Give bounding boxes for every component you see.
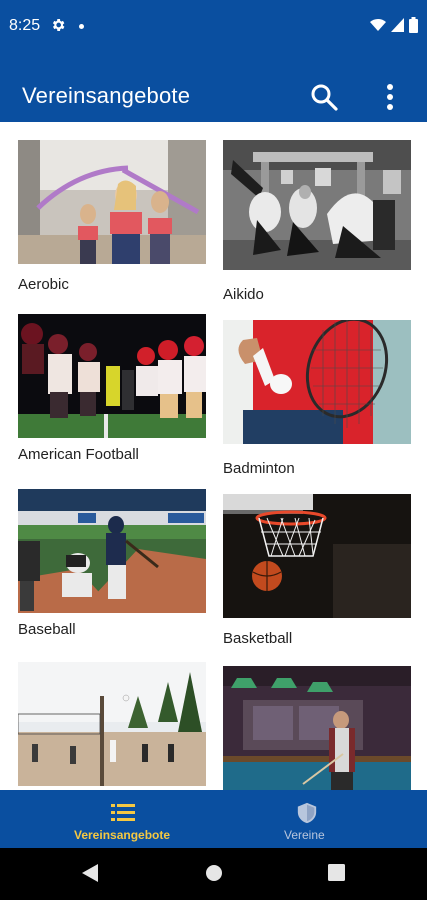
offer-label: Aikido — [223, 286, 264, 303]
wifi-icon — [370, 18, 386, 31]
offer-label: Baseball — [18, 621, 76, 638]
offer-tile-aerobic[interactable]: Aerobic — [18, 140, 206, 293]
cell-signal-icon — [391, 18, 404, 32]
status-time: 8:25 — [9, 17, 41, 34]
battery-icon — [409, 17, 418, 33]
offer-tile-beach-volleyball[interactable] — [18, 662, 206, 786]
nav-label: Vereine — [284, 828, 325, 842]
offer-tile-billiards[interactable] — [223, 666, 411, 790]
bottom-navigation: Vereinsangebote Vereine — [0, 790, 427, 848]
billiards-photo — [223, 666, 411, 790]
offer-label: Aerobic — [18, 276, 69, 293]
notification-dot-icon — [79, 24, 84, 29]
badminton-photo — [223, 320, 411, 444]
baseball-photo — [18, 489, 206, 613]
offer-tile-basketball[interactable]: Basketball — [223, 494, 411, 647]
page-title: Vereinsangebote — [22, 83, 191, 108]
offers-grid: Aerobic Aikido American Football Badmint… — [0, 122, 427, 790]
beach-volleyball-photo — [18, 662, 206, 786]
offer-label: Basketball — [223, 630, 293, 647]
nav-item-vereine[interactable]: Vereine — [214, 790, 427, 848]
app-bar: Vereinsangebote — [0, 54, 427, 122]
system-navigation-bar — [0, 848, 427, 900]
nav-label: Vereinsangebote — [74, 828, 171, 842]
offer-tile-american-football[interactable]: American Football — [18, 314, 206, 463]
offer-label: Badminton — [223, 460, 295, 477]
basketball-photo — [223, 494, 411, 618]
list-icon — [111, 804, 135, 821]
offer-label: American Football — [18, 446, 139, 463]
recents-icon[interactable] — [328, 864, 345, 881]
aikido-photo — [223, 140, 411, 270]
offer-tile-aikido[interactable]: Aikido — [223, 140, 411, 303]
shield-icon — [297, 802, 317, 824]
search-icon[interactable] — [309, 82, 339, 112]
nav-item-vereinsangebote[interactable]: Vereinsangebote — [0, 790, 213, 848]
back-icon[interactable] — [82, 864, 98, 882]
status-bar: 8:25 — [0, 0, 427, 54]
more-vert-icon[interactable] — [378, 82, 402, 112]
aerobic-photo — [18, 140, 206, 264]
gear-icon — [52, 19, 65, 31]
american-football-photo — [18, 314, 206, 438]
offer-tile-badminton[interactable]: Badminton — [223, 320, 411, 477]
offer-tile-baseball[interactable]: Baseball — [18, 489, 206, 638]
status-indicators — [370, 17, 418, 33]
home-icon[interactable] — [205, 864, 223, 882]
